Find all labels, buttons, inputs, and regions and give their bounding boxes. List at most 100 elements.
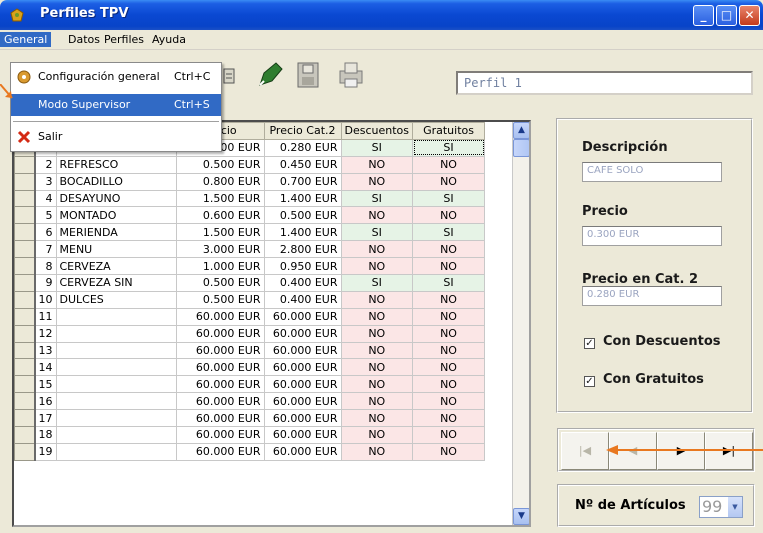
row-name[interactable]: DESAYUNO bbox=[56, 190, 177, 208]
row-discounts[interactable]: SI bbox=[341, 190, 414, 208]
row-free[interactable]: NO bbox=[412, 358, 486, 377]
row-name[interactable] bbox=[56, 375, 177, 394]
row-price-cat2[interactable]: 1.400 EUR bbox=[264, 223, 342, 242]
row-price[interactable]: 1.000 EUR bbox=[176, 257, 265, 276]
row-number[interactable]: 18 bbox=[34, 426, 57, 444]
row-indicator[interactable] bbox=[14, 223, 36, 242]
row-name[interactable]: CERVEZA SIN bbox=[56, 274, 177, 292]
table-row[interactable]: 4 DESAYUNO 1.500 EUR 1.400 EUR SI SI bbox=[14, 189, 486, 208]
row-price[interactable]: 60.000 EUR bbox=[176, 409, 265, 428]
row-indicator[interactable] bbox=[14, 240, 36, 259]
row-price[interactable]: 60.000 EUR bbox=[176, 325, 265, 343]
row-price[interactable]: 1.500 EUR bbox=[176, 190, 265, 208]
table-row[interactable]: 13 60.000 EUR 60.000 EUR NO NO bbox=[14, 341, 486, 360]
row-price[interactable]: 0.500 EUR bbox=[176, 156, 265, 174]
row-discounts[interactable]: NO bbox=[341, 291, 414, 309]
row-indicator[interactable] bbox=[14, 392, 36, 411]
profile-name-field[interactable]: Perfil 1 bbox=[456, 71, 753, 95]
table-row[interactable]: 7 MENU 3.000 EUR 2.800 EUR NO NO bbox=[14, 240, 486, 259]
menu-perfiles[interactable]: Perfiles bbox=[100, 32, 148, 47]
row-price-cat2[interactable]: 0.400 EUR bbox=[264, 274, 342, 292]
row-price-cat2[interactable]: 0.950 EUR bbox=[264, 257, 342, 276]
row-name[interactable]: MENU bbox=[56, 240, 177, 259]
row-price[interactable]: 60.000 EUR bbox=[176, 308, 265, 326]
row-name[interactable] bbox=[56, 308, 177, 326]
row-name[interactable]: BOCADILLO bbox=[56, 173, 177, 191]
row-indicator[interactable] bbox=[14, 409, 36, 428]
table-row[interactable]: 5 MONTADO 0.600 EUR 0.500 EUR NO NO bbox=[14, 206, 486, 225]
row-name[interactable]: DULCES bbox=[56, 291, 177, 309]
row-indicator[interactable] bbox=[14, 274, 36, 292]
row-indicator[interactable] bbox=[14, 324, 36, 343]
description-field[interactable]: CAFE SOLO bbox=[582, 162, 722, 182]
row-number[interactable]: 4 bbox=[34, 190, 57, 208]
row-free[interactable]: NO bbox=[412, 173, 486, 191]
row-indicator[interactable] bbox=[14, 172, 36, 191]
row-price-cat2[interactable]: 60.000 EUR bbox=[264, 325, 342, 343]
list-icon[interactable] bbox=[222, 59, 254, 91]
title-bar[interactable]: Perfiles TPV _ □ ✕ bbox=[0, 0, 763, 30]
menu-datos[interactable]: Datos bbox=[64, 32, 104, 47]
row-discounts[interactable]: NO bbox=[341, 173, 414, 191]
row-name[interactable] bbox=[56, 325, 177, 343]
row-discounts[interactable]: NO bbox=[341, 358, 414, 377]
row-discounts[interactable]: SI bbox=[341, 274, 414, 292]
row-price[interactable]: 60.000 EUR bbox=[176, 392, 265, 411]
row-discounts[interactable]: NO bbox=[341, 409, 414, 428]
table-row[interactable]: 2 REFRESCO 0.500 EUR 0.450 EUR NO NO bbox=[14, 155, 486, 174]
row-free[interactable]: NO bbox=[412, 206, 486, 225]
row-number[interactable]: 13 bbox=[34, 342, 57, 360]
row-name[interactable]: MONTADO bbox=[56, 206, 177, 225]
print-icon[interactable] bbox=[336, 59, 368, 91]
row-number[interactable]: 8 bbox=[34, 257, 57, 276]
row-price[interactable]: 60.000 EUR bbox=[176, 375, 265, 394]
row-indicator[interactable] bbox=[14, 341, 36, 360]
row-price-cat2[interactable]: 0.500 EUR bbox=[264, 206, 342, 225]
row-indicator[interactable] bbox=[14, 426, 36, 444]
row-free[interactable]: NO bbox=[412, 325, 486, 343]
table-row[interactable]: 11 60.000 EUR 60.000 EUR NO NO bbox=[14, 307, 486, 326]
row-name[interactable] bbox=[56, 358, 177, 377]
scroll-up-icon[interactable]: ▲ bbox=[513, 122, 529, 139]
table-row[interactable]: 17 60.000 EUR 60.000 EUR NO NO bbox=[14, 409, 486, 428]
row-discounts[interactable]: NO bbox=[341, 240, 414, 259]
row-price-cat2[interactable]: 60.000 EUR bbox=[264, 426, 342, 444]
row-free[interactable]: NO bbox=[412, 392, 486, 411]
row-price-cat2[interactable]: 60.000 EUR bbox=[264, 375, 342, 394]
row-name[interactable] bbox=[56, 342, 177, 360]
row-price[interactable]: 60.000 EUR bbox=[176, 443, 265, 461]
row-price[interactable]: 1.500 EUR bbox=[176, 223, 265, 242]
save-icon[interactable] bbox=[294, 59, 326, 91]
price-field[interactable]: 0.300 EUR bbox=[582, 226, 722, 246]
row-price-cat2[interactable]: 0.700 EUR bbox=[264, 173, 342, 191]
row-free[interactable]: NO bbox=[412, 342, 486, 360]
row-number[interactable]: 2 bbox=[34, 156, 57, 174]
row-discounts[interactable]: SI bbox=[341, 139, 414, 157]
row-price-cat2[interactable]: 60.000 EUR bbox=[264, 358, 342, 377]
row-indicator[interactable] bbox=[14, 307, 36, 326]
table-row[interactable]: 16 60.000 EUR 60.000 EUR NO NO bbox=[14, 392, 486, 411]
row-number[interactable]: 15 bbox=[34, 375, 57, 394]
products-grid[interactable]: Precio Precio Cat.2 Descuentos Gratuitos… bbox=[12, 120, 531, 527]
row-indicator[interactable] bbox=[14, 206, 36, 225]
table-row[interactable]: 10 DULCES 0.500 EUR 0.400 EUR NO NO bbox=[14, 290, 486, 309]
row-discounts[interactable]: NO bbox=[341, 392, 414, 411]
row-price[interactable]: 60.000 EUR bbox=[176, 358, 265, 377]
row-price[interactable]: 60.000 EUR bbox=[176, 426, 265, 444]
row-name[interactable] bbox=[56, 392, 177, 411]
row-name[interactable] bbox=[56, 409, 177, 428]
row-number[interactable]: 7 bbox=[34, 240, 57, 259]
header-free[interactable]: Gratuitos bbox=[412, 122, 486, 140]
row-discounts[interactable]: NO bbox=[341, 426, 414, 444]
row-discounts[interactable]: NO bbox=[341, 342, 414, 360]
row-free[interactable]: NO bbox=[412, 156, 486, 174]
table-row[interactable]: 3 BOCADILLO 0.800 EUR 0.700 EUR NO NO bbox=[14, 172, 486, 191]
row-price-cat2[interactable]: 1.400 EUR bbox=[264, 190, 342, 208]
row-indicator[interactable] bbox=[14, 290, 36, 309]
articles-count-combo[interactable]: 99 ▼ bbox=[699, 496, 743, 518]
minimize-button[interactable]: _ bbox=[693, 5, 714, 26]
row-free[interactable]: NO bbox=[412, 409, 486, 428]
price-cat2-field[interactable]: 0.280 EUR bbox=[582, 286, 722, 306]
row-price-cat2[interactable]: 0.450 EUR bbox=[264, 156, 342, 174]
row-price-cat2[interactable]: 0.400 EUR bbox=[264, 291, 342, 309]
